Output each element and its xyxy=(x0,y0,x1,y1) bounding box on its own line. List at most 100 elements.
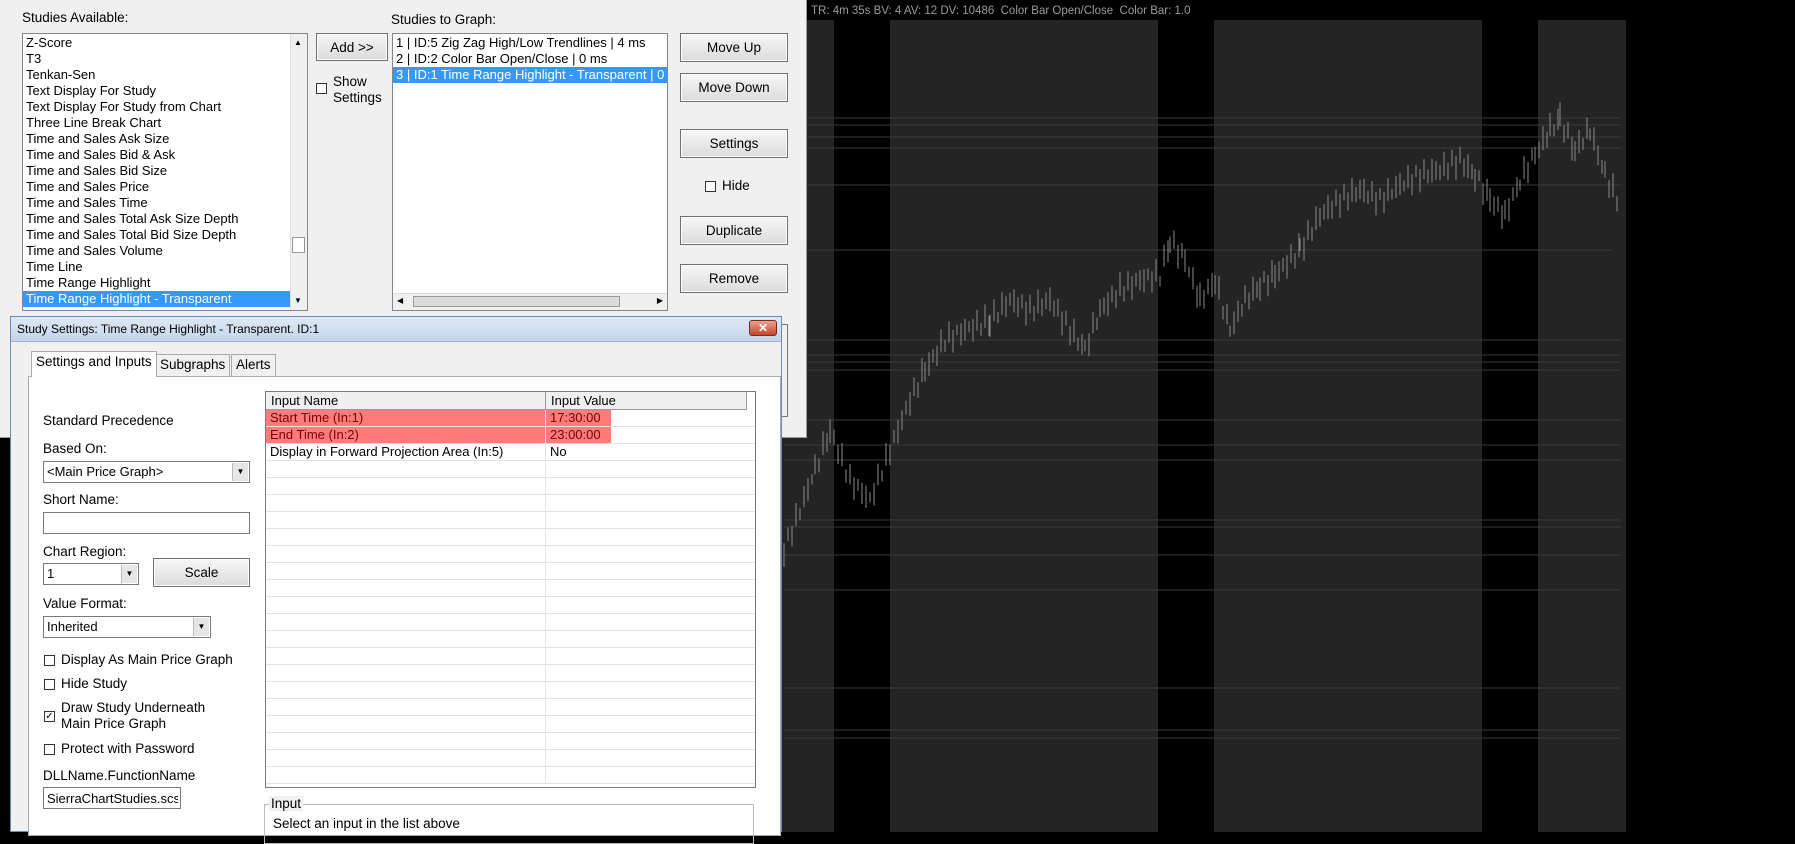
input-value-cell[interactable] xyxy=(546,461,746,477)
settings-titlebar[interactable]: Study Settings: Time Range Highlight - T… xyxy=(11,317,781,342)
input-value-cell[interactable] xyxy=(546,580,746,596)
short-name-input[interactable] xyxy=(43,512,250,534)
table-row[interactable] xyxy=(266,495,755,512)
input-value-cell[interactable] xyxy=(546,529,746,545)
input-name-cell[interactable] xyxy=(266,614,546,630)
table-row[interactable] xyxy=(266,733,755,750)
input-name-cell[interactable] xyxy=(266,750,546,766)
studies-to-graph-list[interactable]: 1 | ID:5 Zig Zag High/Low Trendlines | 4… xyxy=(392,33,668,311)
hide-study-checkbox[interactable] xyxy=(44,679,55,690)
tab-alerts[interactable]: Alerts xyxy=(231,354,276,376)
input-name-cell[interactable]: Start Time (In:1) xyxy=(266,410,546,426)
available-study-item[interactable]: Time and Sales Price xyxy=(23,179,291,195)
input-name-cell[interactable] xyxy=(266,478,546,494)
move-down-button[interactable]: Move Down xyxy=(680,73,788,102)
input-value-cell[interactable] xyxy=(546,699,746,715)
input-name-cell[interactable] xyxy=(266,597,546,613)
table-row[interactable]: Display in Forward Projection Area (In:5… xyxy=(266,444,755,461)
protect-password-checkbox[interactable] xyxy=(44,744,55,755)
show-settings-checkbox[interactable] xyxy=(316,83,327,94)
input-name-cell[interactable] xyxy=(266,767,546,783)
available-study-item[interactable]: Time Range Highlight - Transparent xyxy=(23,291,291,307)
available-study-item[interactable]: Time and Sales Ask Size xyxy=(23,131,291,147)
display-as-main-checkbox[interactable] xyxy=(44,655,55,666)
hscroll-thumb[interactable] xyxy=(413,296,620,307)
input-value-cell[interactable] xyxy=(546,665,746,681)
input-value-cell[interactable] xyxy=(546,648,746,664)
input-name-cell[interactable] xyxy=(266,665,546,681)
available-study-item[interactable]: Time Range Highlight xyxy=(23,275,291,291)
input-value-cell[interactable] xyxy=(546,546,746,562)
close-icon[interactable]: ✕ xyxy=(749,320,777,336)
input-name-cell[interactable]: Display in Forward Projection Area (In:5… xyxy=(266,444,546,460)
input-value-cell[interactable] xyxy=(546,733,746,749)
based-on-dropdown[interactable]: <Main Price Graph> ▼ xyxy=(43,461,250,483)
input-value-cell[interactable] xyxy=(546,682,746,698)
available-study-item[interactable]: Time and Sales Bid & Ask xyxy=(23,147,291,163)
input-name-cell[interactable] xyxy=(266,495,546,511)
add-study-button[interactable]: Add >> xyxy=(316,33,388,61)
input-name-cell[interactable] xyxy=(266,716,546,732)
input-value-cell[interactable]: No xyxy=(546,444,746,460)
input-value-cell[interactable]: 23:00:00 xyxy=(546,427,611,443)
input-value-cell[interactable] xyxy=(546,495,746,511)
available-study-item[interactable]: Time and Sales Bid Size xyxy=(23,163,291,179)
scroll-up-icon[interactable]: ▲ xyxy=(294,38,302,47)
input-name-cell[interactable] xyxy=(266,648,546,664)
input-value-cell[interactable]: 17:30:00 xyxy=(546,410,611,426)
input-name-cell[interactable] xyxy=(266,529,546,545)
available-study-item[interactable]: Tenkan-Sen xyxy=(23,67,291,83)
input-name-cell[interactable] xyxy=(266,682,546,698)
input-name-cell[interactable] xyxy=(266,631,546,647)
chevron-down-icon[interactable]: ▼ xyxy=(121,565,137,583)
graphed-study-item[interactable]: 3 | ID:1 Time Range Highlight - Transpar… xyxy=(393,67,667,83)
input-value-cell[interactable] xyxy=(546,614,746,630)
available-study-item[interactable]: Text Display For Study xyxy=(23,83,291,99)
table-row[interactable] xyxy=(266,614,755,631)
input-name-cell[interactable] xyxy=(266,580,546,596)
input-value-cell[interactable] xyxy=(546,512,746,528)
available-study-item[interactable]: Time and Sales Time xyxy=(23,195,291,211)
move-up-button[interactable]: Move Up xyxy=(680,33,788,62)
table-row[interactable] xyxy=(266,750,755,767)
input-value-cell[interactable] xyxy=(546,750,746,766)
available-study-item[interactable]: Time and Sales Volume xyxy=(23,243,291,259)
table-row[interactable] xyxy=(266,529,755,546)
dll-function-input[interactable] xyxy=(43,787,181,809)
input-name-cell[interactable] xyxy=(266,563,546,579)
input-name-cell[interactable] xyxy=(266,546,546,562)
input-name-cell[interactable] xyxy=(266,699,546,715)
available-study-item[interactable]: Three Line Break Chart xyxy=(23,115,291,131)
inputs-grid[interactable]: Input Name Input Value Start Time (In:1)… xyxy=(265,391,756,788)
table-row[interactable]: End Time (In:2) 23:00:00 xyxy=(266,427,755,444)
table-row[interactable] xyxy=(266,546,755,563)
scroll-thumb[interactable] xyxy=(292,237,305,253)
table-row[interactable] xyxy=(266,478,755,495)
scroll-down-icon[interactable]: ▼ xyxy=(294,296,302,305)
available-study-item[interactable]: Text Display For Study from Chart xyxy=(23,99,291,115)
table-row[interactable] xyxy=(266,699,755,716)
input-name-cell[interactable] xyxy=(266,512,546,528)
available-study-item[interactable]: Time Line xyxy=(23,259,291,275)
draw-underneath-checkbox[interactable]: ✓ xyxy=(44,711,55,722)
input-name-cell[interactable] xyxy=(266,461,546,477)
table-row[interactable] xyxy=(266,665,755,682)
table-row[interactable] xyxy=(266,597,755,614)
input-value-cell[interactable] xyxy=(546,597,746,613)
table-row[interactable] xyxy=(266,580,755,597)
tab-settings-and-inputs[interactable]: Settings and Inputs xyxy=(31,351,157,377)
input-value-cell[interactable] xyxy=(546,767,746,783)
input-value-cell[interactable] xyxy=(546,631,746,647)
table-row[interactable] xyxy=(266,512,755,529)
available-study-item[interactable]: Z-Score xyxy=(23,35,291,51)
scale-button[interactable]: Scale xyxy=(153,558,250,587)
input-value-cell[interactable] xyxy=(546,478,746,494)
chevron-down-icon[interactable]: ▼ xyxy=(193,618,209,636)
settings-button[interactable]: Settings xyxy=(680,129,788,158)
input-name-cell[interactable] xyxy=(266,733,546,749)
remove-button[interactable]: Remove xyxy=(680,264,788,293)
tab-subgraphs[interactable]: Subgraphs xyxy=(155,354,231,376)
table-row[interactable] xyxy=(266,648,755,665)
chart-region-dropdown[interactable]: 1 ▼ xyxy=(43,563,139,585)
available-study-item[interactable]: Time and Sales Total Bid Size Depth xyxy=(23,227,291,243)
